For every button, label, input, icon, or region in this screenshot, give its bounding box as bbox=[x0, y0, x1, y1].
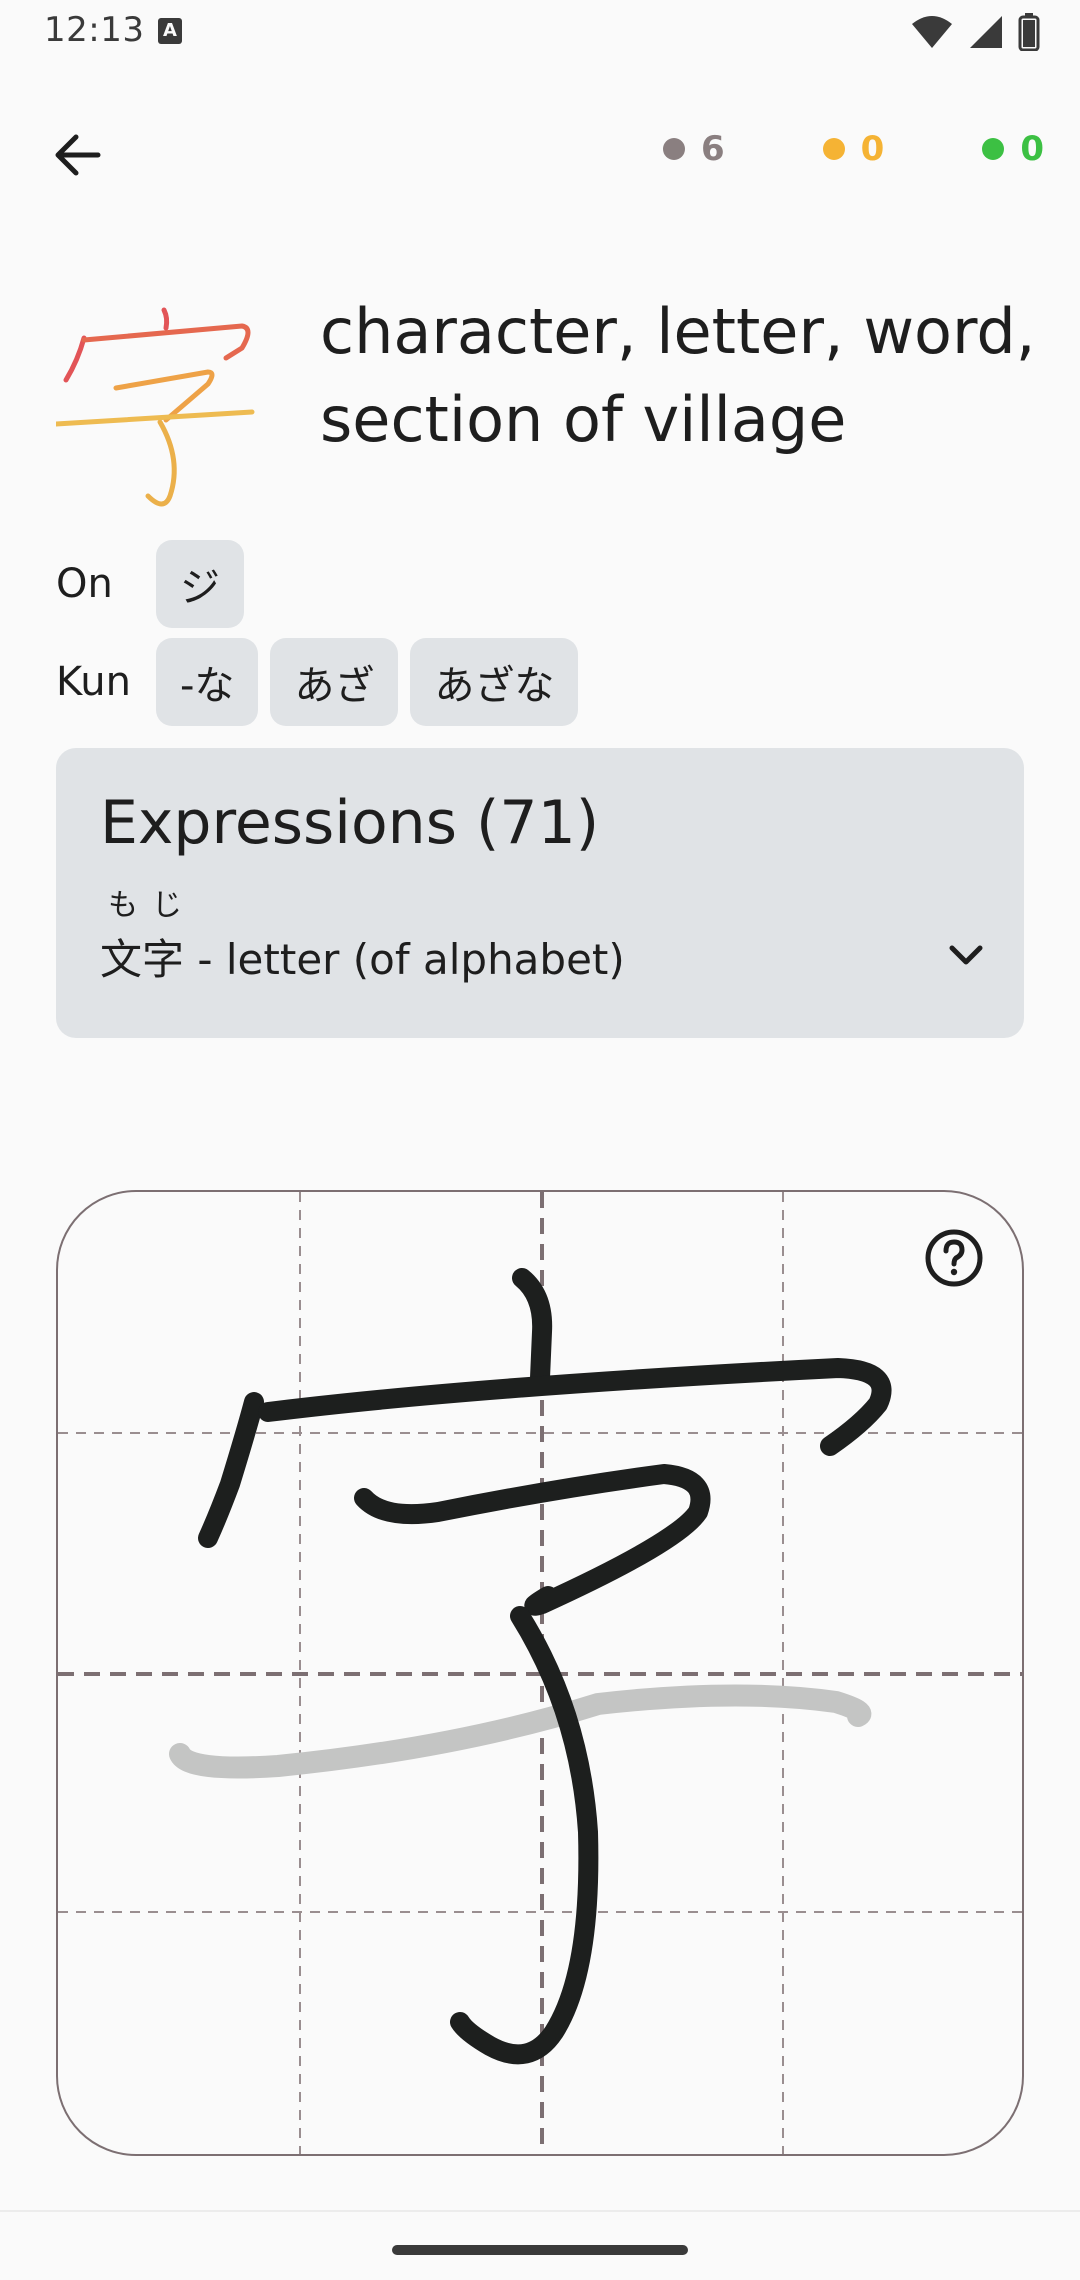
on-reading-label: On bbox=[56, 561, 113, 607]
status-bar: 12:13 A bbox=[0, 0, 1080, 64]
kun-reading-chip[interactable]: あざな bbox=[410, 638, 579, 726]
wifi-icon bbox=[912, 16, 952, 48]
bottom-divider bbox=[0, 2210, 1080, 2212]
drawn-stroke bbox=[258, 1358, 892, 1456]
counter-new-value: 6 bbox=[700, 129, 725, 169]
expression-word: 文字 bbox=[100, 935, 185, 984]
drawn-strokes bbox=[169, 1268, 892, 2065]
hint-stroke bbox=[169, 1684, 872, 1779]
kanji-stroke-order-glyph bbox=[56, 307, 255, 507]
counter-new-dot bbox=[662, 138, 685, 160]
counter-learning: 0 bbox=[822, 129, 885, 169]
expression-separator: - bbox=[184, 935, 226, 984]
arrow-left-icon bbox=[55, 134, 101, 176]
drawn-stroke bbox=[450, 1606, 599, 2065]
drawn-stroke bbox=[512, 1268, 553, 1388]
expressions-title: Expressions (71) bbox=[100, 788, 600, 858]
kun-reading-row: Kun -な あざ あざな bbox=[56, 638, 590, 726]
battery-icon bbox=[1018, 13, 1040, 51]
counter-learning-dot bbox=[822, 138, 845, 160]
kun-reading-chip[interactable]: -な bbox=[156, 638, 259, 726]
chevron-down-icon bbox=[949, 945, 983, 965]
counter-learned: 0 bbox=[982, 129, 1044, 169]
kun-reading-chip[interactable]: あざ bbox=[270, 638, 399, 726]
drawn-stroke bbox=[354, 1464, 711, 1616]
expression-meaning: letter (of alphabet) bbox=[225, 935, 625, 984]
counter-learned-value: 0 bbox=[1020, 129, 1044, 169]
screen: 12:13 A 6 0 0 character, letter, word, s… bbox=[0, 0, 1080, 2280]
status-icons bbox=[910, 12, 1040, 52]
expression-furigana: もじ bbox=[108, 888, 196, 923]
counter-new: 6 bbox=[662, 129, 725, 169]
back-button[interactable] bbox=[40, 118, 114, 192]
progress-counters: 6 0 0 bbox=[662, 124, 1044, 174]
counter-learned-dot bbox=[982, 138, 1005, 160]
kun-reading-label: Kun bbox=[56, 659, 131, 705]
a-icon: A bbox=[158, 18, 182, 44]
kanji-meaning: character, letter, word, section of vill… bbox=[320, 295, 1036, 456]
drawn-stroke bbox=[198, 1392, 264, 1548]
signal-icon bbox=[970, 16, 1002, 48]
expression-entry: 文字 - letter (of alphabet) bbox=[100, 926, 625, 987]
drawing-canvas[interactable] bbox=[56, 1190, 1024, 2156]
on-reading-chip[interactable]: ジ bbox=[156, 540, 244, 628]
counter-learning-value: 0 bbox=[860, 129, 885, 169]
expand-expressions-button[interactable] bbox=[938, 928, 994, 984]
expressions-card[interactable]: Expressions (71) もじ 文字 - letter (of alph… bbox=[56, 748, 1024, 1038]
help-circle-icon[interactable] bbox=[924, 1228, 984, 1288]
home-indicator[interactable] bbox=[392, 2245, 688, 2255]
on-reading-row: On ジ bbox=[56, 540, 256, 628]
status-time: 12:13 bbox=[44, 10, 145, 50]
